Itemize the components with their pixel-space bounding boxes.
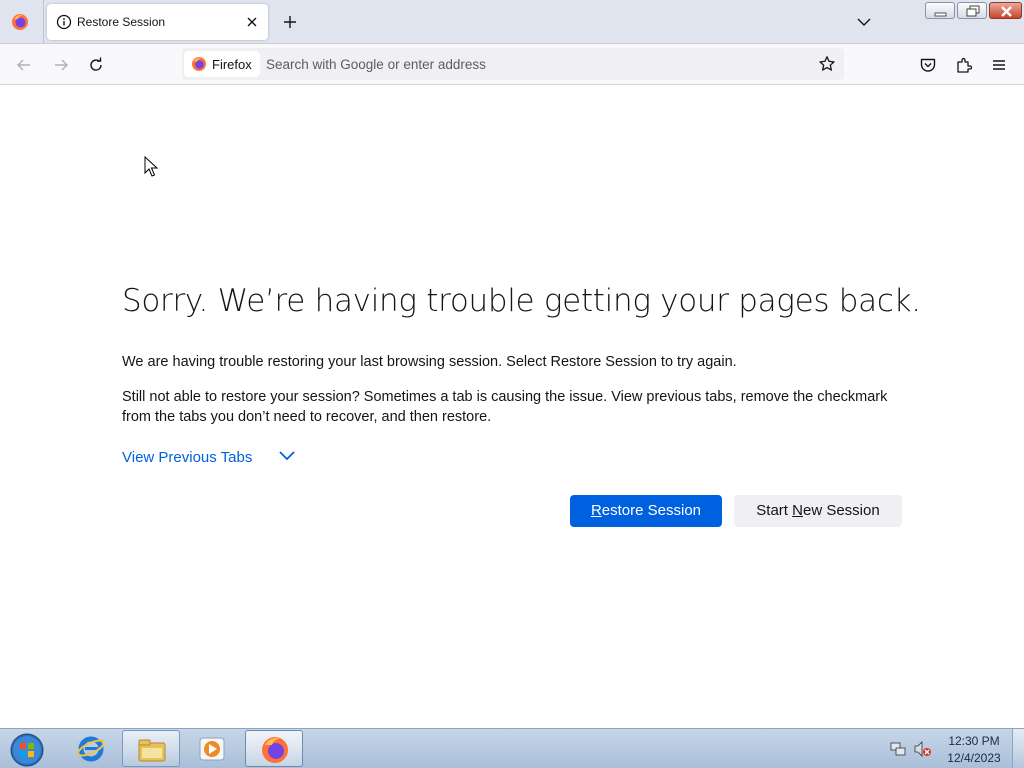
new-session-label-after: ew Session <box>802 502 880 519</box>
start-new-session-button[interactable]: Start New Session <box>734 495 902 527</box>
hamburger-menu-icon[interactable] <box>990 56 1008 74</box>
minimize-icon <box>934 12 947 17</box>
firefox-icon[interactable] <box>11 13 29 31</box>
taskbar-media-player[interactable] <box>183 730 241 767</box>
mouse-pointer-icon <box>144 156 159 177</box>
error-description: We are having trouble restoring your las… <box>122 354 737 370</box>
close-icon <box>1001 6 1012 17</box>
new-session-label-before: Start <box>756 502 793 519</box>
restore-down-button[interactable] <box>957 2 987 19</box>
clock-time[interactable]: 12:30 PM <box>946 734 1002 748</box>
close-tab-icon[interactable] <box>244 14 260 30</box>
new-session-accesskey: N <box>792 502 803 519</box>
minimize-button[interactable] <box>925 2 955 19</box>
internet-explorer-icon <box>77 736 105 762</box>
page-title: Sorry. We’re having trouble getting your… <box>122 283 921 319</box>
forward-arrow-icon[interactable] <box>52 56 70 74</box>
pocket-icon[interactable] <box>919 56 937 74</box>
restore-down-icon <box>966 5 980 17</box>
taskbar: 12:30 PM 12/4/2023 <box>0 728 1024 768</box>
tab-restore-session[interactable]: Restore Session <box>47 4 268 40</box>
network-icon[interactable] <box>890 741 906 757</box>
back-arrow-icon[interactable] <box>15 56 33 74</box>
tab-title: Restore Session <box>77 15 166 29</box>
identity-label: Firefox <box>212 57 252 72</box>
chevron-down-icon[interactable] <box>278 449 296 463</box>
reload-icon[interactable] <box>87 56 105 74</box>
info-icon <box>56 14 72 30</box>
address-bar[interactable]: Firefox <box>182 48 844 80</box>
navigation-toolbar: Firefox <box>0 44 1024 85</box>
taskbar-firefox[interactable] <box>245 730 303 767</box>
firefox-icon <box>192 57 206 71</box>
restore-session-button[interactable]: Restore Session <box>570 495 722 527</box>
restore-accesskey: R <box>590 502 602 519</box>
view-previous-tabs-link[interactable]: View Previous Tabs <box>122 449 252 466</box>
page-content: Sorry. We’re having trouble getting your… <box>0 85 1024 728</box>
restore-label-rest: estore Session <box>601 502 702 519</box>
tab-separator <box>43 0 44 44</box>
close-window-button[interactable] <box>989 2 1022 19</box>
plus-icon[interactable] <box>281 13 299 31</box>
taskbar-windows-explorer[interactable] <box>122 730 180 767</box>
windows-start-orb-icon[interactable] <box>5 730 45 768</box>
media-player-icon <box>199 737 225 761</box>
error-help-text: Still not able to restore your session? … <box>122 389 888 425</box>
star-icon[interactable] <box>818 55 836 73</box>
extensions-icon[interactable] <box>955 56 973 74</box>
url-input[interactable] <box>266 48 806 80</box>
show-desktop-button[interactable] <box>1012 729 1024 768</box>
identity-box[interactable]: Firefox <box>184 51 260 77</box>
taskbar-internet-explorer[interactable] <box>62 730 120 767</box>
clock-date[interactable]: 12/4/2023 <box>946 751 1002 765</box>
windows-explorer-icon <box>138 739 166 762</box>
volume-muted-icon[interactable] <box>914 741 932 757</box>
tab-strip: Restore Session <box>0 0 1024 44</box>
chevron-down-icon[interactable] <box>855 13 873 31</box>
firefox-icon <box>262 737 288 763</box>
